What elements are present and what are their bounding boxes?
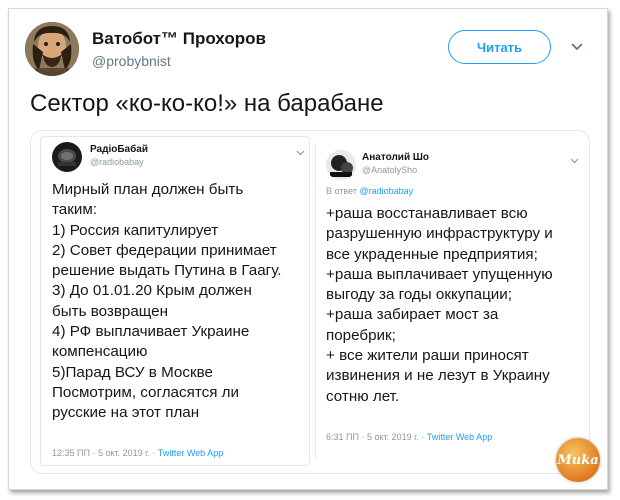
right-tweet-timestamp: 6:31 ПП · 5 окт. 2019 г. · [326, 432, 427, 442]
text-line: решение выдать Путина в Гаагу. [52, 262, 282, 280]
left-tweet-timestamp: 12:35 ПП · 5 окт. 2019 г. · [52, 448, 158, 458]
text-line: таким: [52, 201, 98, 219]
text-line: быть возвращен [52, 302, 168, 320]
text-line: сотню лет. [326, 387, 400, 405]
text-line: компенсацию [52, 343, 148, 361]
text-line: Мирный план должен быть [52, 181, 244, 198]
right-tweet-source: Twitter Web App [426, 432, 493, 442]
right-tweet-meta: 6:31 ПП · 5 окт. 2019 г. · Twitter Web A… [326, 432, 492, 442]
text-line: извинения и не лезут в Украину [326, 367, 550, 385]
text-line: Посмотрим, согласятся ли [52, 383, 239, 401]
author-avatar[interactable] [25, 22, 79, 76]
author-handle[interactable]: @probybnist [92, 53, 171, 69]
right-tweet-avatar [326, 150, 356, 180]
right-tweet-author-name: Анатолий Шо [362, 152, 430, 163]
text-line: разрушенную инфраструктуру и [326, 225, 553, 243]
chevron-down-icon [296, 144, 305, 156]
text-line: 5)Парад ВСУ в Москве [52, 363, 213, 381]
left-tweet-author-name: РадіоБабай [90, 144, 148, 155]
left-tweet-source: Twitter Web App [157, 448, 224, 458]
reply-to-handle: @radiobabay [359, 186, 414, 196]
right-tweet-body: +раша восстанавливает всю разрушенную ин… [326, 204, 553, 407]
text-line: все украденные предприятия; [326, 245, 538, 263]
text-line: 1) Россия капитулирует [52, 221, 219, 239]
tweet-text: Сектор «ко-ко-ко!» на барабане [30, 90, 384, 117]
text-line: русские на этот план [52, 404, 200, 422]
chevron-down-icon[interactable] [570, 40, 584, 54]
reply-to-line: В ответ @radiobabay [326, 186, 413, 196]
left-tweet-author-handle: @radiobabay [90, 157, 144, 167]
left-tweet-body: Мирный план должен быть таким: 1) Россия… [52, 180, 282, 424]
left-tweet-meta: 12:35 ПП · 5 окт. 2019 г. · Twitter Web … [52, 448, 223, 458]
watermark-logo: Muka [556, 438, 600, 482]
author-name[interactable]: Ватобот™ Прохоров [92, 29, 266, 49]
text-line: выгоду за годы оккупации; [326, 286, 512, 304]
text-line: +раша выплачивает упущенную [326, 265, 553, 283]
text-line: +раша забирает мост за [326, 306, 499, 324]
chevron-down-icon [570, 152, 579, 164]
text-line: 2) Совет федерации принимает [52, 241, 277, 259]
text-line: +раша восстанавливает всю [326, 205, 528, 222]
follow-button[interactable]: Читать [448, 30, 551, 64]
text-line: 3) До 01.01.20 Крым должен [52, 282, 252, 300]
text-line: 4) РФ выплачивает Украине [52, 323, 250, 341]
right-tweet-author-handle: @AnatolySho [362, 165, 418, 175]
text-line: поребрик; [326, 326, 396, 344]
reply-prefix: В ответ [326, 186, 360, 196]
left-tweet-avatar [52, 142, 82, 172]
text-line: + все жители раши приносят [326, 347, 529, 365]
